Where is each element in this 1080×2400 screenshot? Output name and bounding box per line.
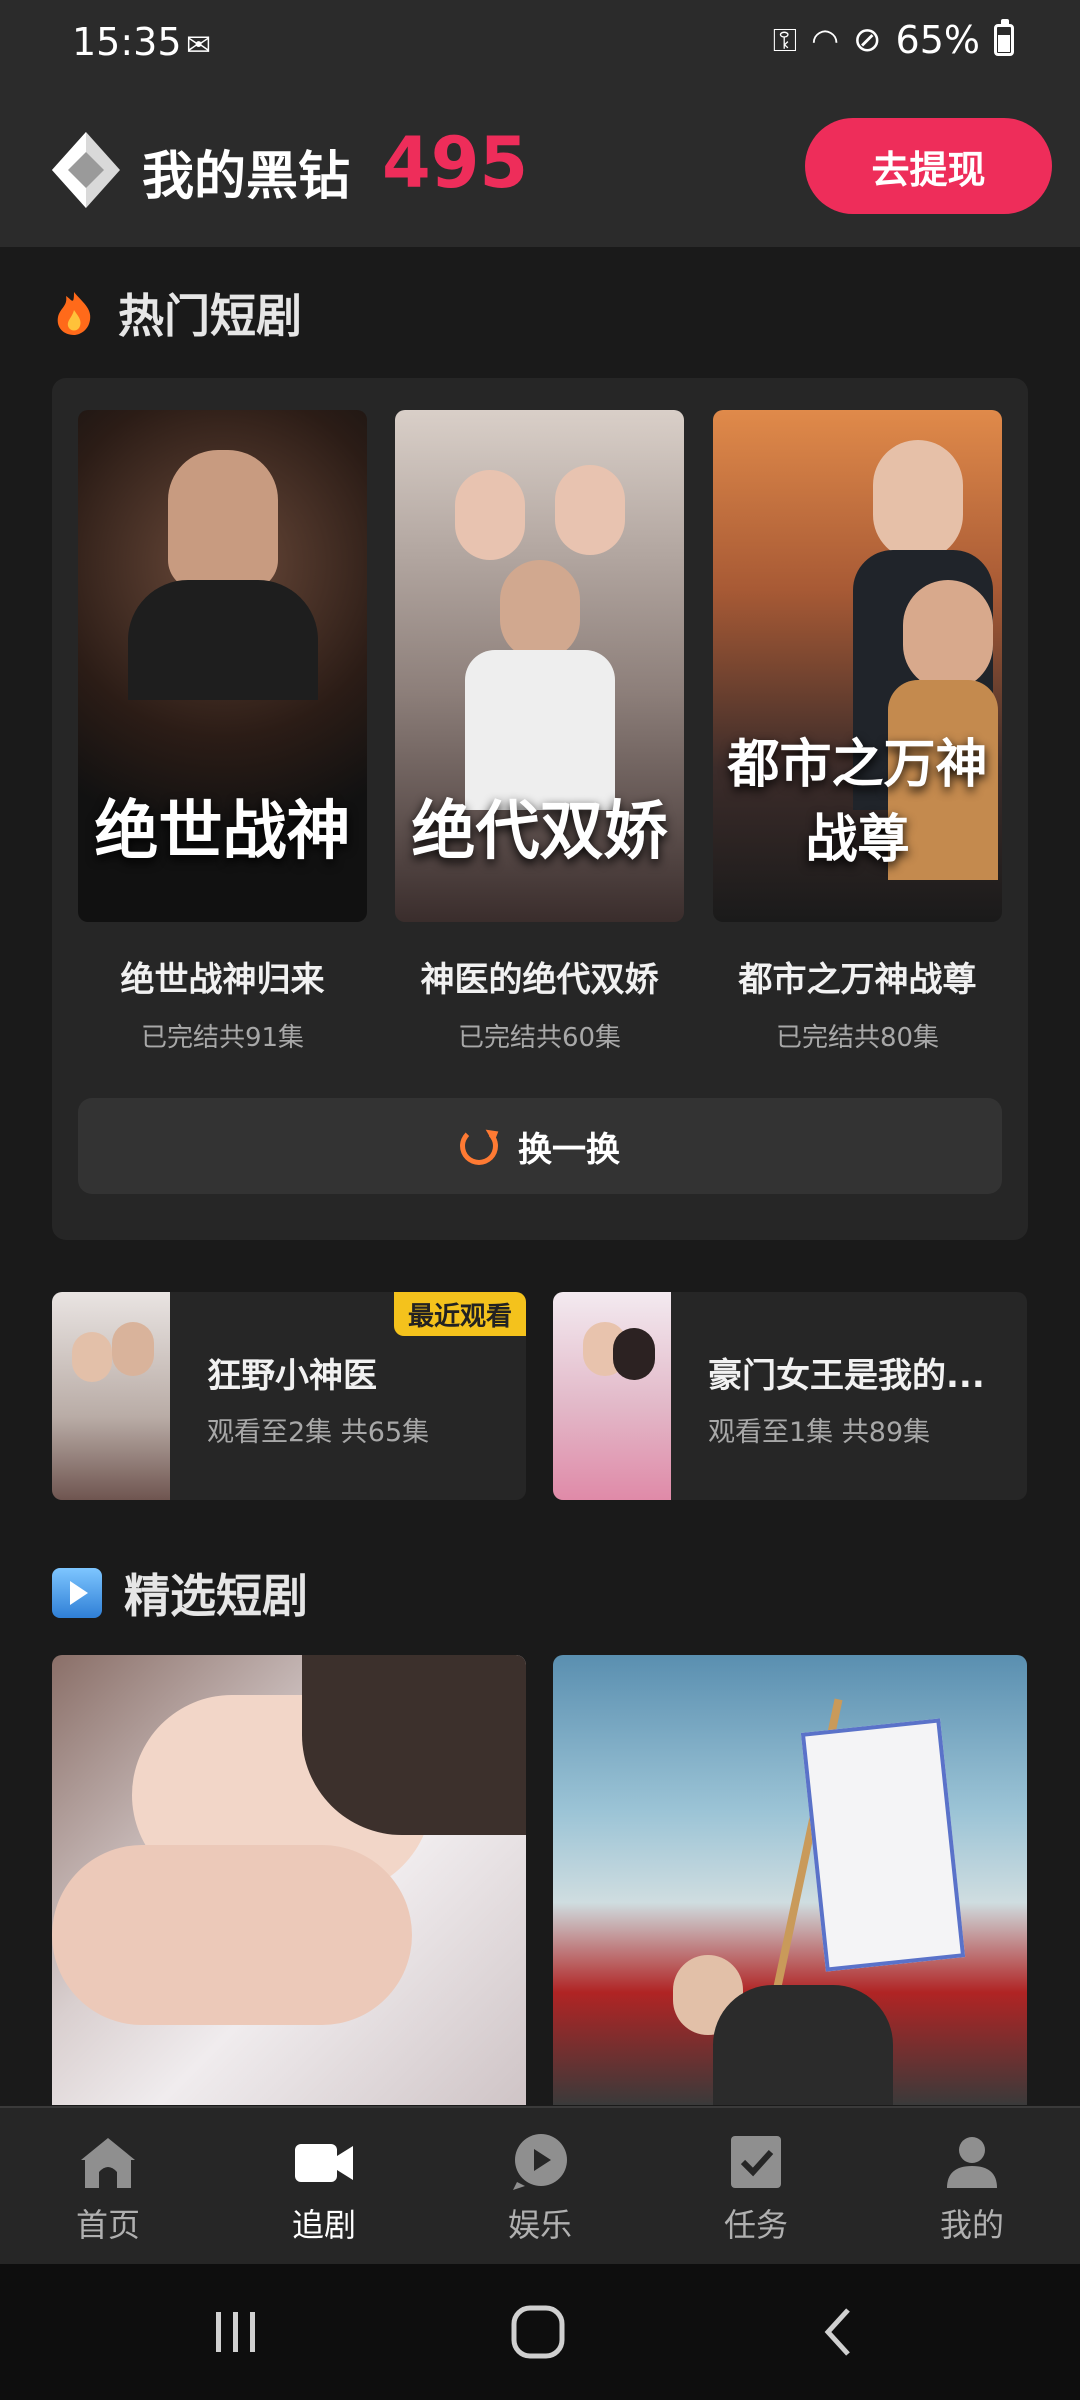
poster-title: 绝代双娇 <box>411 795 668 869</box>
battery-percent: 65% <box>895 18 980 62</box>
balance-label: 我的黑钻 <box>142 147 351 207</box>
poster-title: 绝世战神 <box>94 795 351 869</box>
nav-item-tasks[interactable]: 任务 <box>648 2108 864 2264</box>
home-button-icon[interactable] <box>508 2304 568 2360</box>
nav-label: 首页 <box>75 2206 140 2244</box>
hot-drama-item[interactable]: 绝代双娇 神医的绝代双娇 已完结共60集 <box>395 410 684 1054</box>
recent-drama-item[interactable]: 狂野小神医 观看至2集 共65集 最近观看 <box>52 1292 526 1500</box>
recent-drama-progress: 观看至1集 共89集 <box>708 1417 931 1448</box>
drama-name: 神医的绝代双娇 <box>420 960 659 1000</box>
wifi-icon: ◠ <box>811 21 840 59</box>
drama-poster[interactable]: 绝代双娇 <box>395 410 684 922</box>
hot-section-header: 热门短剧 <box>52 280 302 346</box>
home-icon <box>81 2138 135 2188</box>
recent-drama-thumbnail <box>52 1292 170 1500</box>
nav-label: 我的 <box>939 2206 1004 2244</box>
key-icon: ⚿ <box>772 20 798 59</box>
balance-header: 我的黑钻 495 去提现 <box>0 90 1080 247</box>
drama-name: 都市之万神战尊 <box>738 960 977 1000</box>
nav-label: 追剧 <box>291 2206 356 2244</box>
person-icon <box>947 2137 997 2188</box>
drama-poster[interactable]: 都市之万神战尊 <box>713 410 1002 922</box>
fire-icon <box>57 292 91 335</box>
battery-icon <box>994 19 1014 56</box>
nav-item-dramas[interactable]: 追剧 <box>216 2108 432 2264</box>
system-navigation-bar <box>0 2264 1080 2400</box>
nav-item-entertainment[interactable]: 娱乐 <box>432 2108 648 2264</box>
drama-name: 绝世战神归来 <box>120 960 325 1000</box>
poster-title: 都市之万神战尊 <box>727 735 988 870</box>
bottom-navigation: 首页 追剧 娱乐 任务 我的 <box>0 2106 1080 2264</box>
mail-icon: ✉ <box>186 28 212 63</box>
featured-drama-poster[interactable] <box>553 1655 1027 2105</box>
hot-dramas-card: 绝世战神 绝世战神归来 已完结共91集 绝代双娇 神医的绝代双娇 已完结共60集… <box>52 378 1028 1240</box>
back-icon[interactable] <box>810 2304 870 2360</box>
balance-value: 495 <box>382 122 529 204</box>
hot-drama-item[interactable]: 都市之万神战尊 都市之万神战尊 已完结共80集 <box>713 410 1002 1054</box>
play-bubble-icon <box>513 2134 567 2190</box>
checkbox-icon <box>731 2136 781 2188</box>
video-camera-icon <box>295 2144 353 2182</box>
do-not-disturb-icon: ⊘ <box>853 20 882 60</box>
nav-label: 任务 <box>723 2206 788 2244</box>
status-indicators: ⚿ ◠ ⊘ 65% <box>773 18 1014 62</box>
drama-episodes: 已完结共80集 <box>775 1023 940 1053</box>
refresh-icon <box>460 1127 498 1165</box>
drama-poster[interactable]: 绝世战神 <box>78 410 367 922</box>
status-bar: 15:35 ✉ ⚿ ◠ ⊘ 65% <box>0 0 1080 90</box>
recent-apps-icon[interactable] <box>206 2304 266 2360</box>
recently-watched-badge: 最近观看 <box>393 1292 526 1336</box>
nav-item-home[interactable]: 首页 <box>0 2108 216 2264</box>
nav-item-profile[interactable]: 我的 <box>864 2108 1080 2264</box>
featured-section-title: 精选短剧 <box>124 1569 308 1623</box>
recent-drama-progress: 观看至2集 共65集 <box>207 1417 430 1448</box>
nav-label: 娱乐 <box>507 2206 572 2244</box>
withdraw-button[interactable]: 去提现 <box>805 118 1052 214</box>
featured-drama-poster[interactable] <box>52 1655 526 2105</box>
black-diamond-icon <box>52 132 120 208</box>
hot-section-title: 热门短剧 <box>118 289 302 343</box>
status-time: 15:35 <box>72 20 182 64</box>
recent-drama-name: 豪门女王是我的... <box>708 1356 985 1396</box>
recent-drama-thumbnail <box>553 1292 671 1500</box>
recent-drama-name: 狂野小神医 <box>207 1356 377 1396</box>
drama-episodes: 已完结共60集 <box>457 1023 622 1053</box>
drama-episodes: 已完结共91集 <box>140 1023 305 1053</box>
refresh-button[interactable]: 换一换 <box>78 1098 1002 1194</box>
refresh-label: 换一换 <box>518 1129 620 1170</box>
play-icon <box>52 1568 102 1618</box>
featured-section-header: 精选短剧 <box>52 1560 308 1626</box>
recent-drama-item[interactable]: 豪门女王是我的... 观看至1集 共89集 <box>553 1292 1027 1500</box>
hot-drama-item[interactable]: 绝世战神 绝世战神归来 已完结共91集 <box>78 410 367 1054</box>
